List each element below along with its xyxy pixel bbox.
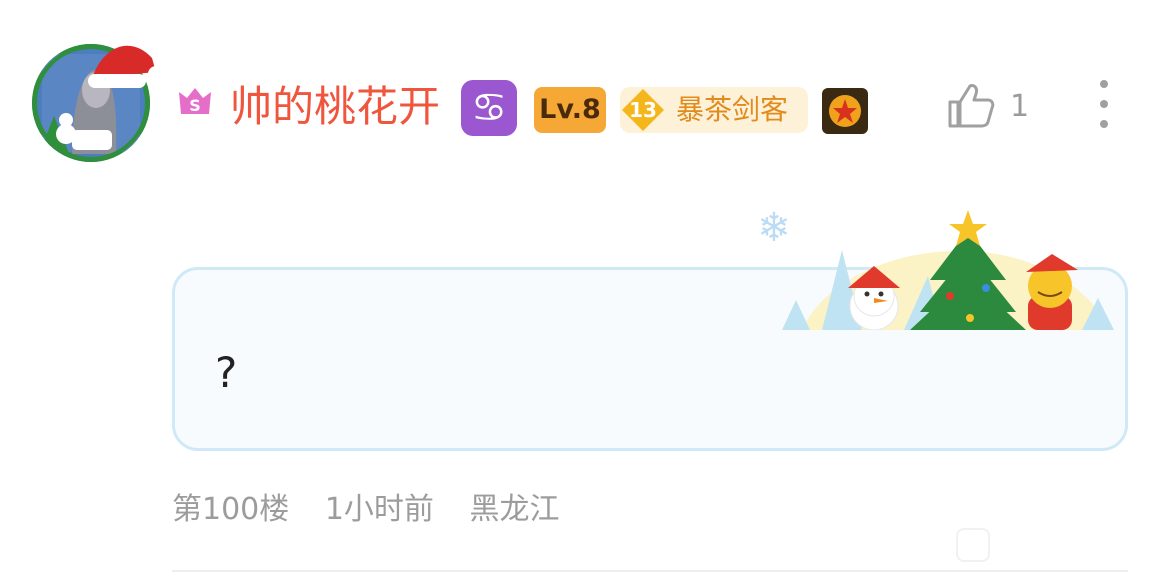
more-options-button[interactable] bbox=[1088, 78, 1120, 134]
post-time: 1小时前 bbox=[324, 492, 434, 527]
thumbs-up-icon bbox=[948, 84, 995, 128]
fan-badge-name: 暴茶剑客 bbox=[676, 93, 789, 126]
comment-content: ? bbox=[215, 348, 238, 397]
watermark-icon bbox=[956, 528, 990, 562]
level-badge: Lv.8 bbox=[534, 87, 606, 133]
divider bbox=[172, 570, 1128, 572]
post-meta: 第100楼 1小时前 黑龙江 bbox=[172, 488, 585, 532]
christmas-decoration bbox=[782, 210, 1114, 330]
star-medal-icon bbox=[829, 95, 861, 127]
like-button[interactable]: 1 bbox=[946, 80, 1036, 134]
fan-level-number: 13 bbox=[629, 98, 657, 122]
post-location: 黑龙江 bbox=[469, 492, 560, 527]
vip-s-icon: S bbox=[179, 88, 211, 115]
username[interactable]: 帅的桃花开 bbox=[230, 80, 440, 134]
svg-text:S: S bbox=[189, 96, 201, 115]
fan-badge[interactable]: 13 暴茶剑客 bbox=[620, 87, 808, 133]
santa-hat-icon bbox=[88, 45, 164, 88]
zodiac-badge: ♋ bbox=[461, 80, 517, 136]
medal-badge bbox=[822, 88, 868, 134]
more-vertical-icon bbox=[1100, 80, 1108, 88]
floor-number: 第100楼 bbox=[172, 492, 290, 527]
like-count: 1 bbox=[1010, 89, 1030, 124]
